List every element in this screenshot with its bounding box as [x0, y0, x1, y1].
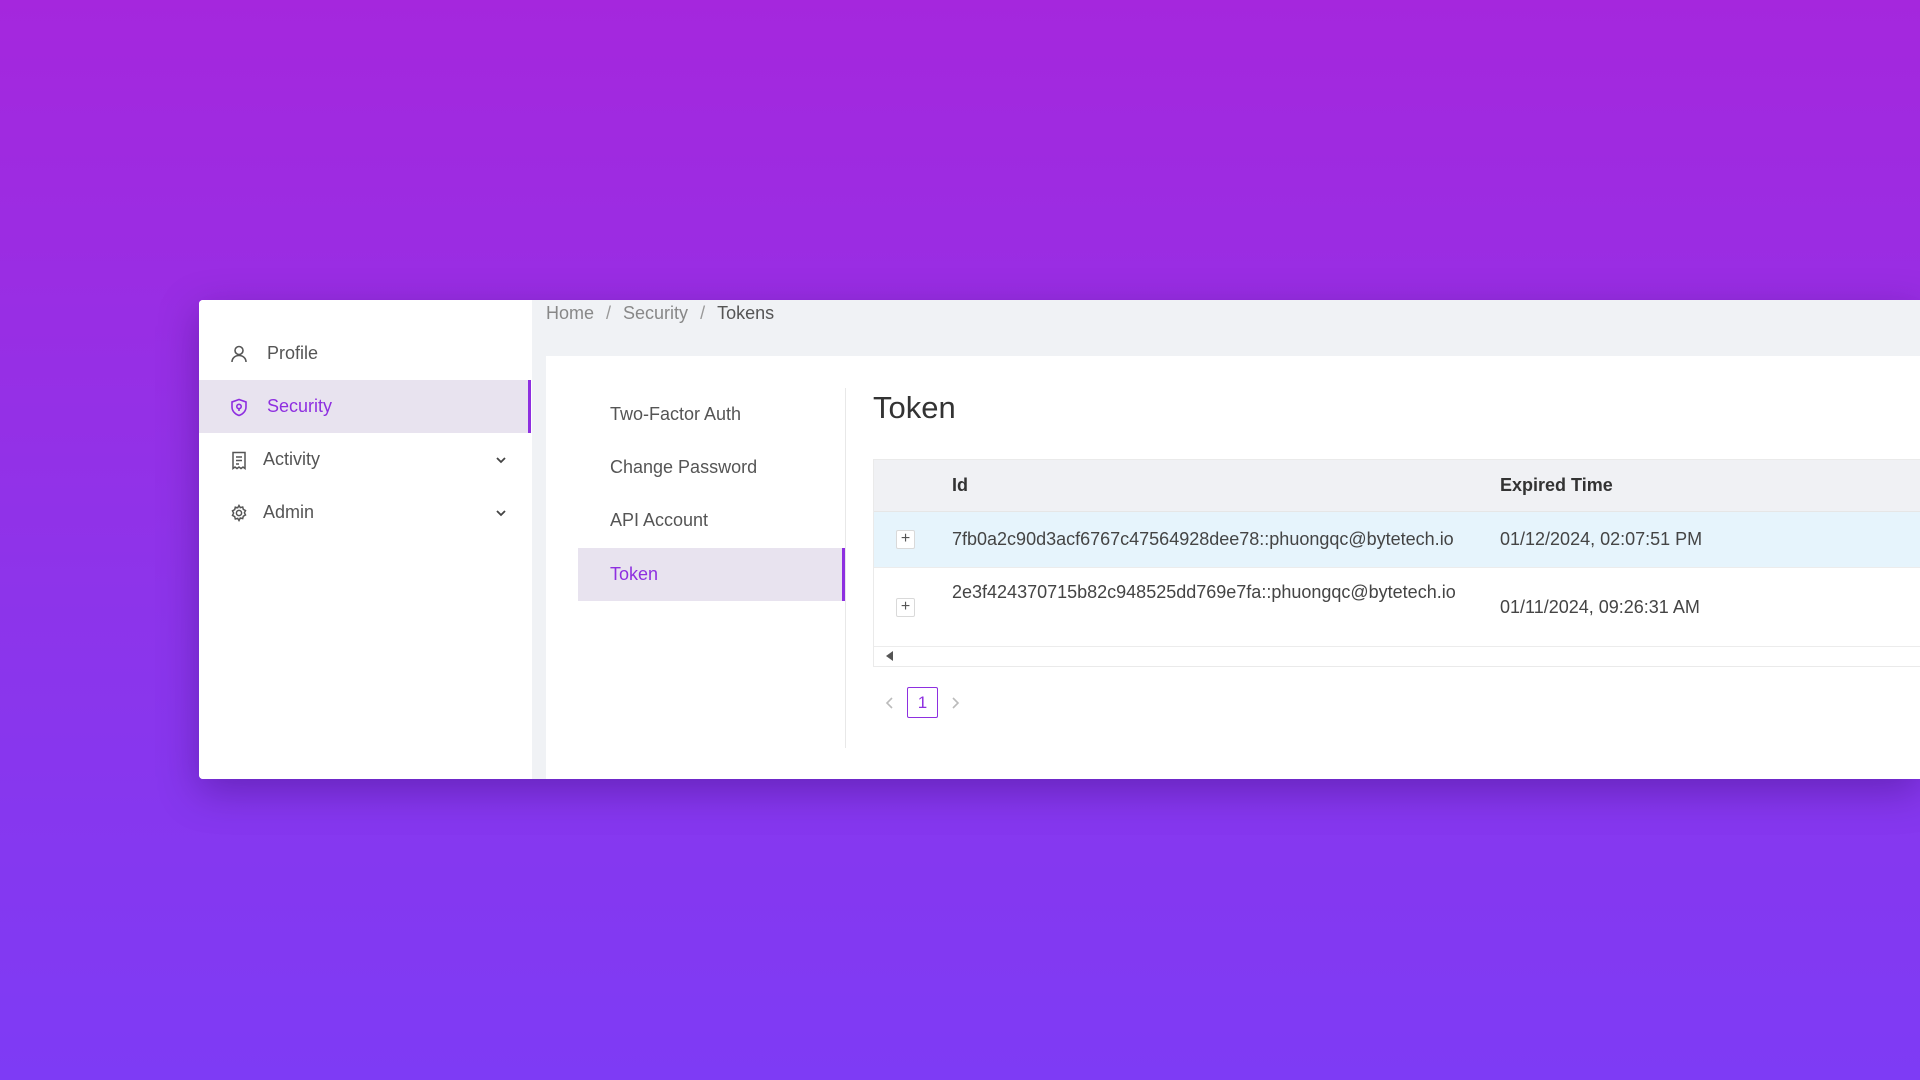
subnav-item-change-password[interactable]: Change Password — [578, 441, 845, 494]
user-icon — [229, 344, 249, 364]
table-row[interactable]: + 7fb0a2c90d3acf6767c47564928dee78::phuo… — [874, 512, 1920, 568]
token-id-cell: 7fb0a2c90d3acf6767c47564928dee78::phuong… — [952, 529, 1454, 549]
main-content: Home / Security / Tokens Two-Factor Auth… — [532, 300, 1920, 779]
content-panel: Two-Factor Auth Change Password API Acco… — [546, 356, 1920, 779]
column-header-id[interactable]: Id — [952, 475, 968, 496]
subnav-item-label: Token — [610, 564, 659, 584]
breadcrumb-separator: / — [606, 303, 612, 323]
expand-row-button[interactable]: + — [896, 530, 915, 549]
gear-icon — [229, 503, 249, 523]
subnav-item-label: Two-Factor Auth — [610, 404, 742, 424]
activity-log-icon — [229, 450, 249, 470]
subnav-item-label: Change Password — [610, 457, 758, 477]
breadcrumb-current: Tokens — [717, 303, 775, 323]
sidebar-item-activity[interactable]: Activity — [199, 433, 531, 486]
sidebar-item-security[interactable]: Security — [199, 380, 531, 433]
sidebar-item-profile[interactable]: Profile — [199, 327, 531, 380]
subnav-item-api-account[interactable]: API Account — [578, 494, 845, 547]
sidebar-item-label: Activity — [263, 449, 321, 469]
token-id-cell: 2e3f424370715b82c948525dd769e7fa::phuong… — [952, 582, 1456, 602]
subnav-item-two-factor-auth[interactable]: Two-Factor Auth — [578, 388, 845, 441]
page-title: Token — [873, 390, 956, 425]
pagination-next-button[interactable] — [946, 694, 964, 712]
subnav-item-token[interactable]: Token — [578, 548, 845, 601]
breadcrumb-security[interactable]: Security — [623, 303, 688, 324]
expired-time-cell: 01/12/2024, 02:07:51 PM — [1500, 529, 1703, 549]
sidebar-item-label: Admin — [263, 502, 315, 522]
table-row[interactable]: + 2e3f424370715b82c948525dd769e7fa::phuo… — [874, 568, 1920, 647]
sidebar: Profile Security Activity Admin — [199, 300, 531, 779]
app-window: Profile Security Activity Admin Home / S… — [199, 300, 1920, 779]
sidebar-item-admin[interactable]: Admin — [199, 486, 531, 539]
sidebar-item-label: Profile — [267, 343, 319, 363]
pagination-page-button[interactable]: 1 — [907, 687, 938, 718]
pagination: 1 — [873, 687, 964, 718]
table-header: Id Expired Time — [874, 460, 1920, 512]
subnav-item-label: API Account — [610, 510, 709, 530]
column-header-expired-time[interactable]: Expired Time — [1500, 475, 1613, 496]
breadcrumb-separator: / — [700, 303, 706, 323]
expand-row-button[interactable]: + — [896, 598, 915, 617]
chevron-down-icon — [493, 505, 509, 521]
security-subnav: Two-Factor Auth Change Password API Acco… — [578, 388, 846, 748]
expired-time-cell: 01/11/2024, 09:26:31 AM — [1500, 597, 1700, 617]
pagination-prev-button[interactable] — [881, 694, 899, 712]
sidebar-item-label: Security — [267, 396, 333, 416]
breadcrumb: Home / Security / Tokens — [546, 303, 774, 324]
shield-icon — [229, 397, 249, 417]
chevron-left-icon — [885, 696, 893, 709]
scroll-left-arrow-icon[interactable] — [886, 651, 893, 661]
chevron-right-icon — [952, 696, 960, 709]
breadcrumb-home[interactable]: Home — [546, 303, 594, 324]
token-table: Id Expired Time + 7fb0a2c90d3acf6767c475… — [873, 459, 1920, 667]
chevron-down-icon — [493, 452, 509, 468]
